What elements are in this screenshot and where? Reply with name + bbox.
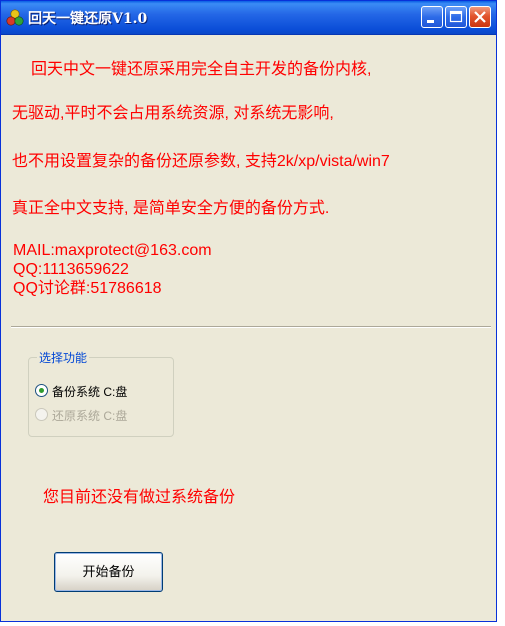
- contact-qq-group: QQ讨论群:51786618: [13, 280, 162, 297]
- close-button[interactable]: [469, 6, 491, 28]
- radio-restore-label: 还原系统 C:盘: [52, 409, 128, 423]
- window-title: 回天一键还原V1.0: [28, 11, 148, 27]
- window-content: 回天中文一键还原采用完全自主开发的备份内核, 无驱动,平时不会占用系统资源, 对…: [1, 35, 496, 621]
- title-bar[interactable]: 回天一键还原V1.0: [1, 1, 496, 35]
- close-icon: [474, 11, 486, 23]
- contact-qq: QQ:1113659622: [13, 261, 129, 278]
- start-backup-button[interactable]: 开始备份: [54, 552, 163, 592]
- description-line-1: 回天中文一键还原采用完全自主开发的备份内核,: [31, 61, 372, 78]
- separator: [11, 326, 491, 328]
- minimize-button[interactable]: [421, 6, 443, 28]
- function-group-legend: 选择功能: [37, 349, 90, 366]
- description-line-3: 也不用设置复杂的备份还原参数, 支持2k/xp/vista/win7: [12, 153, 390, 170]
- minimize-icon: [427, 20, 434, 23]
- radio-backup-label: 备份系统 C:盘: [52, 385, 128, 399]
- description-line-4: 真正全中文支持, 是简单安全方便的备份方式.: [12, 200, 330, 217]
- radio-selected-icon: [35, 384, 48, 397]
- backup-status-message: 您目前还没有做过系统备份: [43, 489, 236, 506]
- maximize-icon: [449, 10, 463, 23]
- app-window: 回天一键还原V1.0 回天中文一键还原采用完全自主开发的备份内核, 无驱动,平时…: [0, 0, 497, 622]
- contact-mail: MAIL:maxprotect@163.com: [13, 242, 212, 259]
- description-line-2: 无驱动,平时不会占用系统资源, 对系统无影响,: [12, 105, 334, 122]
- maximize-button[interactable]: [445, 6, 467, 28]
- radio-unselected-icon: [35, 408, 48, 421]
- app-icon: [6, 9, 24, 26]
